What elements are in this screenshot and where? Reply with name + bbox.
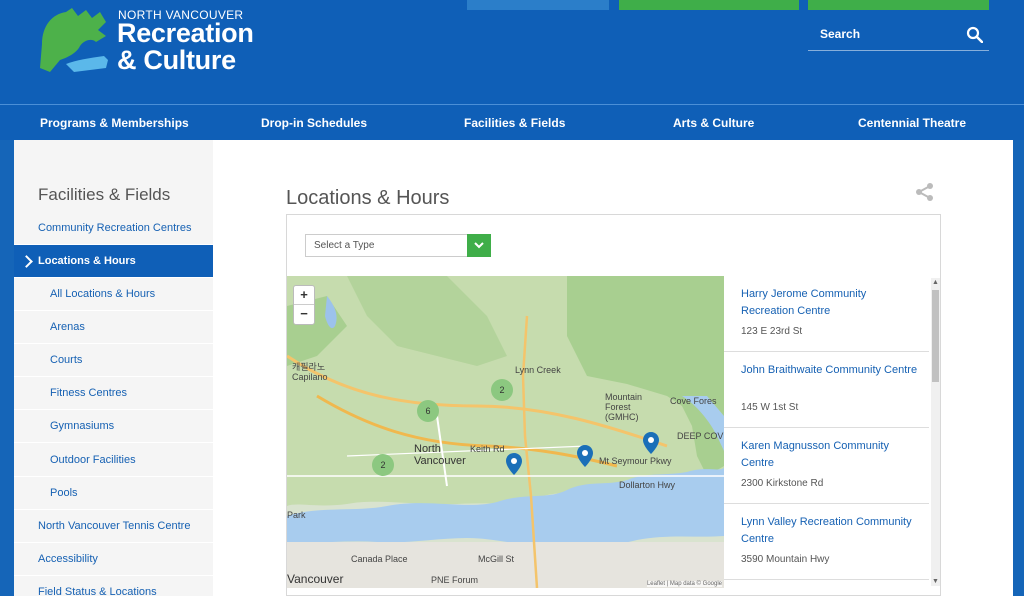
map-label-mountain-forest-1: Mountain bbox=[605, 392, 643, 402]
location-name[interactable]: John Braithwaite Community Centre bbox=[741, 362, 921, 379]
locations-map[interactable]: + − 캐필라노 Capilano Lynn Creek Mountain Fo… bbox=[287, 276, 724, 588]
map-label-mountain-forest: Mountain Forest (GMHC) bbox=[605, 392, 642, 422]
location-name[interactable]: Lynn Valley Recreation Community Centre bbox=[741, 514, 921, 548]
map-pin-icon[interactable] bbox=[576, 444, 594, 468]
logo-line-1: Recreation bbox=[117, 18, 254, 48]
map-cluster-marker[interactable]: 6 bbox=[417, 400, 439, 422]
sidebar-item-locations-hours[interactable]: Locations & Hours bbox=[14, 245, 213, 278]
type-filter-placeholder: Select a Type bbox=[314, 240, 375, 251]
sidebar-item-field-status[interactable]: Field Status & Locations bbox=[14, 576, 213, 596]
sidebar-item-accessibility[interactable]: Accessibility bbox=[14, 543, 213, 576]
sidebar: Facilities & Fields Community Recreation… bbox=[14, 140, 213, 596]
map-label-north-vancouver: North Vancouver bbox=[414, 443, 466, 467]
page-title: Locations & Hours bbox=[286, 187, 450, 209]
sidebar-item-outdoor-facilities[interactable]: Outdoor Facilities bbox=[14, 444, 213, 477]
sidebar-item-all-locations[interactable]: All Locations & Hours bbox=[14, 278, 213, 311]
map-pin-icon[interactable] bbox=[642, 431, 660, 455]
map-label-dollarton: Dollarton Hwy bbox=[619, 480, 676, 490]
map-label-pne-forum: PNE Forum bbox=[431, 575, 479, 585]
scroll-up-icon[interactable]: ▲ bbox=[932, 279, 939, 286]
sidebar-item-fitness-centres[interactable]: Fitness Centres bbox=[14, 377, 213, 410]
sidebar-item-pools[interactable]: Pools bbox=[14, 477, 213, 510]
map-pin-icon[interactable] bbox=[505, 452, 523, 476]
nav-programs-memberships[interactable]: Programs & Memberships bbox=[40, 116, 189, 130]
map-label-park: Park bbox=[287, 510, 306, 520]
sidebar-item-courts[interactable]: Courts bbox=[14, 344, 213, 377]
map-attribution: Leaflet | Map data © Google bbox=[646, 581, 722, 587]
map-label-mcgill: McGill St bbox=[478, 554, 514, 564]
location-address: 2300 Kirkstone Rd bbox=[741, 478, 824, 489]
location-item[interactable]: Lynn Valley Recreation Community Centre … bbox=[724, 504, 929, 580]
nav-centennial-theatre[interactable]: Centennial Theatre bbox=[858, 116, 966, 130]
main-content: Locations & Hours Select a Type + − 캐필라노… bbox=[213, 140, 1013, 596]
map-label-cove-forest: Cove Fores bbox=[670, 396, 717, 406]
main-nav: Programs & Memberships Drop-in Schedules… bbox=[0, 104, 1024, 140]
location-item[interactable]: Harry Jerome Community Recreation Centre… bbox=[724, 276, 929, 352]
sidebar-item-gymnasiums[interactable]: Gymnasiums bbox=[14, 410, 213, 443]
map-label-mountain-forest-2: Forest bbox=[605, 402, 631, 412]
location-name[interactable]: Karen Magnusson Community Centre bbox=[741, 438, 921, 472]
top-link-green-1[interactable] bbox=[619, 0, 799, 10]
zoom-out-button[interactable]: − bbox=[294, 305, 314, 324]
nav-facilities-fields[interactable]: Facilities & Fields bbox=[464, 116, 565, 130]
share-icon[interactable] bbox=[915, 183, 935, 201]
sidebar-title: Facilities & Fields bbox=[38, 185, 171, 204]
map-label-lynn-creek: Lynn Creek bbox=[515, 365, 561, 375]
map-label-mountain-forest-3: (GMHC) bbox=[605, 412, 639, 422]
location-item[interactable]: Karen Magnusson Community Centre 2300 Ki… bbox=[724, 428, 929, 504]
map-cluster-marker[interactable]: 2 bbox=[372, 454, 394, 476]
type-filter-select[interactable]: Select a Type bbox=[305, 234, 491, 257]
search-input[interactable]: Search bbox=[820, 27, 860, 41]
site-header: NORTH VANCOUVER Recreation & Culture Sea… bbox=[0, 0, 1024, 104]
map-label-north-vancouver-2: Vancouver bbox=[414, 455, 466, 467]
location-item[interactable]: John Braithwaite Community Centre 145 W … bbox=[724, 352, 929, 428]
location-address: 145 W 1st St bbox=[741, 402, 799, 413]
map-label-north-vancouver-1: North bbox=[414, 443, 441, 455]
location-address: 123 E 23rd St bbox=[741, 326, 803, 337]
list-scrollbar[interactable]: ▲ ▼ bbox=[931, 278, 940, 586]
map-label-mt-seymour: Mt Seymour Pkwy bbox=[599, 456, 672, 466]
select-dropdown-button[interactable] bbox=[467, 234, 491, 257]
search-icon[interactable] bbox=[966, 26, 983, 43]
sidebar-item-tennis-centre[interactable]: North Vancouver Tennis Centre bbox=[14, 510, 213, 543]
top-link-green-2[interactable] bbox=[808, 0, 989, 10]
nav-arts-culture[interactable]: Arts & Culture bbox=[673, 116, 754, 130]
logo-title[interactable]: Recreation & Culture bbox=[117, 20, 254, 74]
locations-list: Harry Jerome Community Recreation Centre… bbox=[724, 276, 940, 588]
scroll-down-icon[interactable]: ▼ bbox=[932, 578, 939, 585]
locations-panel: Select a Type + − 캐필라노 Capilano Lynn Cre… bbox=[286, 214, 941, 596]
map-zoom-control: + − bbox=[293, 285, 315, 325]
logo-line-2: & Culture bbox=[117, 45, 236, 75]
zoom-in-button[interactable]: + bbox=[294, 286, 314, 305]
map-label-deep-cove: DEEP COVE bbox=[677, 431, 724, 441]
search-box[interactable]: Search bbox=[808, 18, 989, 51]
sidebar-item-community-recreation-centres[interactable]: Community Recreation Centres bbox=[14, 212, 213, 245]
sidebar-item-arenas[interactable]: Arenas bbox=[14, 311, 213, 344]
top-link-blue[interactable] bbox=[467, 0, 609, 10]
map-label-vancouver: Vancouver bbox=[287, 572, 344, 586]
map-cluster-marker[interactable]: 2 bbox=[491, 379, 513, 401]
nav-drop-in-schedules[interactable]: Drop-in Schedules bbox=[261, 116, 367, 130]
chevron-down-icon bbox=[474, 242, 484, 249]
map-label-keith-rd: Keith Rd bbox=[470, 444, 505, 454]
location-address: 3590 Mountain Hwy bbox=[741, 554, 830, 565]
map-label-capilano: Capilano bbox=[292, 372, 328, 382]
logo-icon[interactable] bbox=[36, 6, 112, 78]
location-name[interactable]: Harry Jerome Community Recreation Centre bbox=[741, 286, 921, 320]
map-label-canada-place: Canada Place bbox=[351, 554, 408, 564]
scrollbar-thumb[interactable] bbox=[932, 290, 939, 382]
